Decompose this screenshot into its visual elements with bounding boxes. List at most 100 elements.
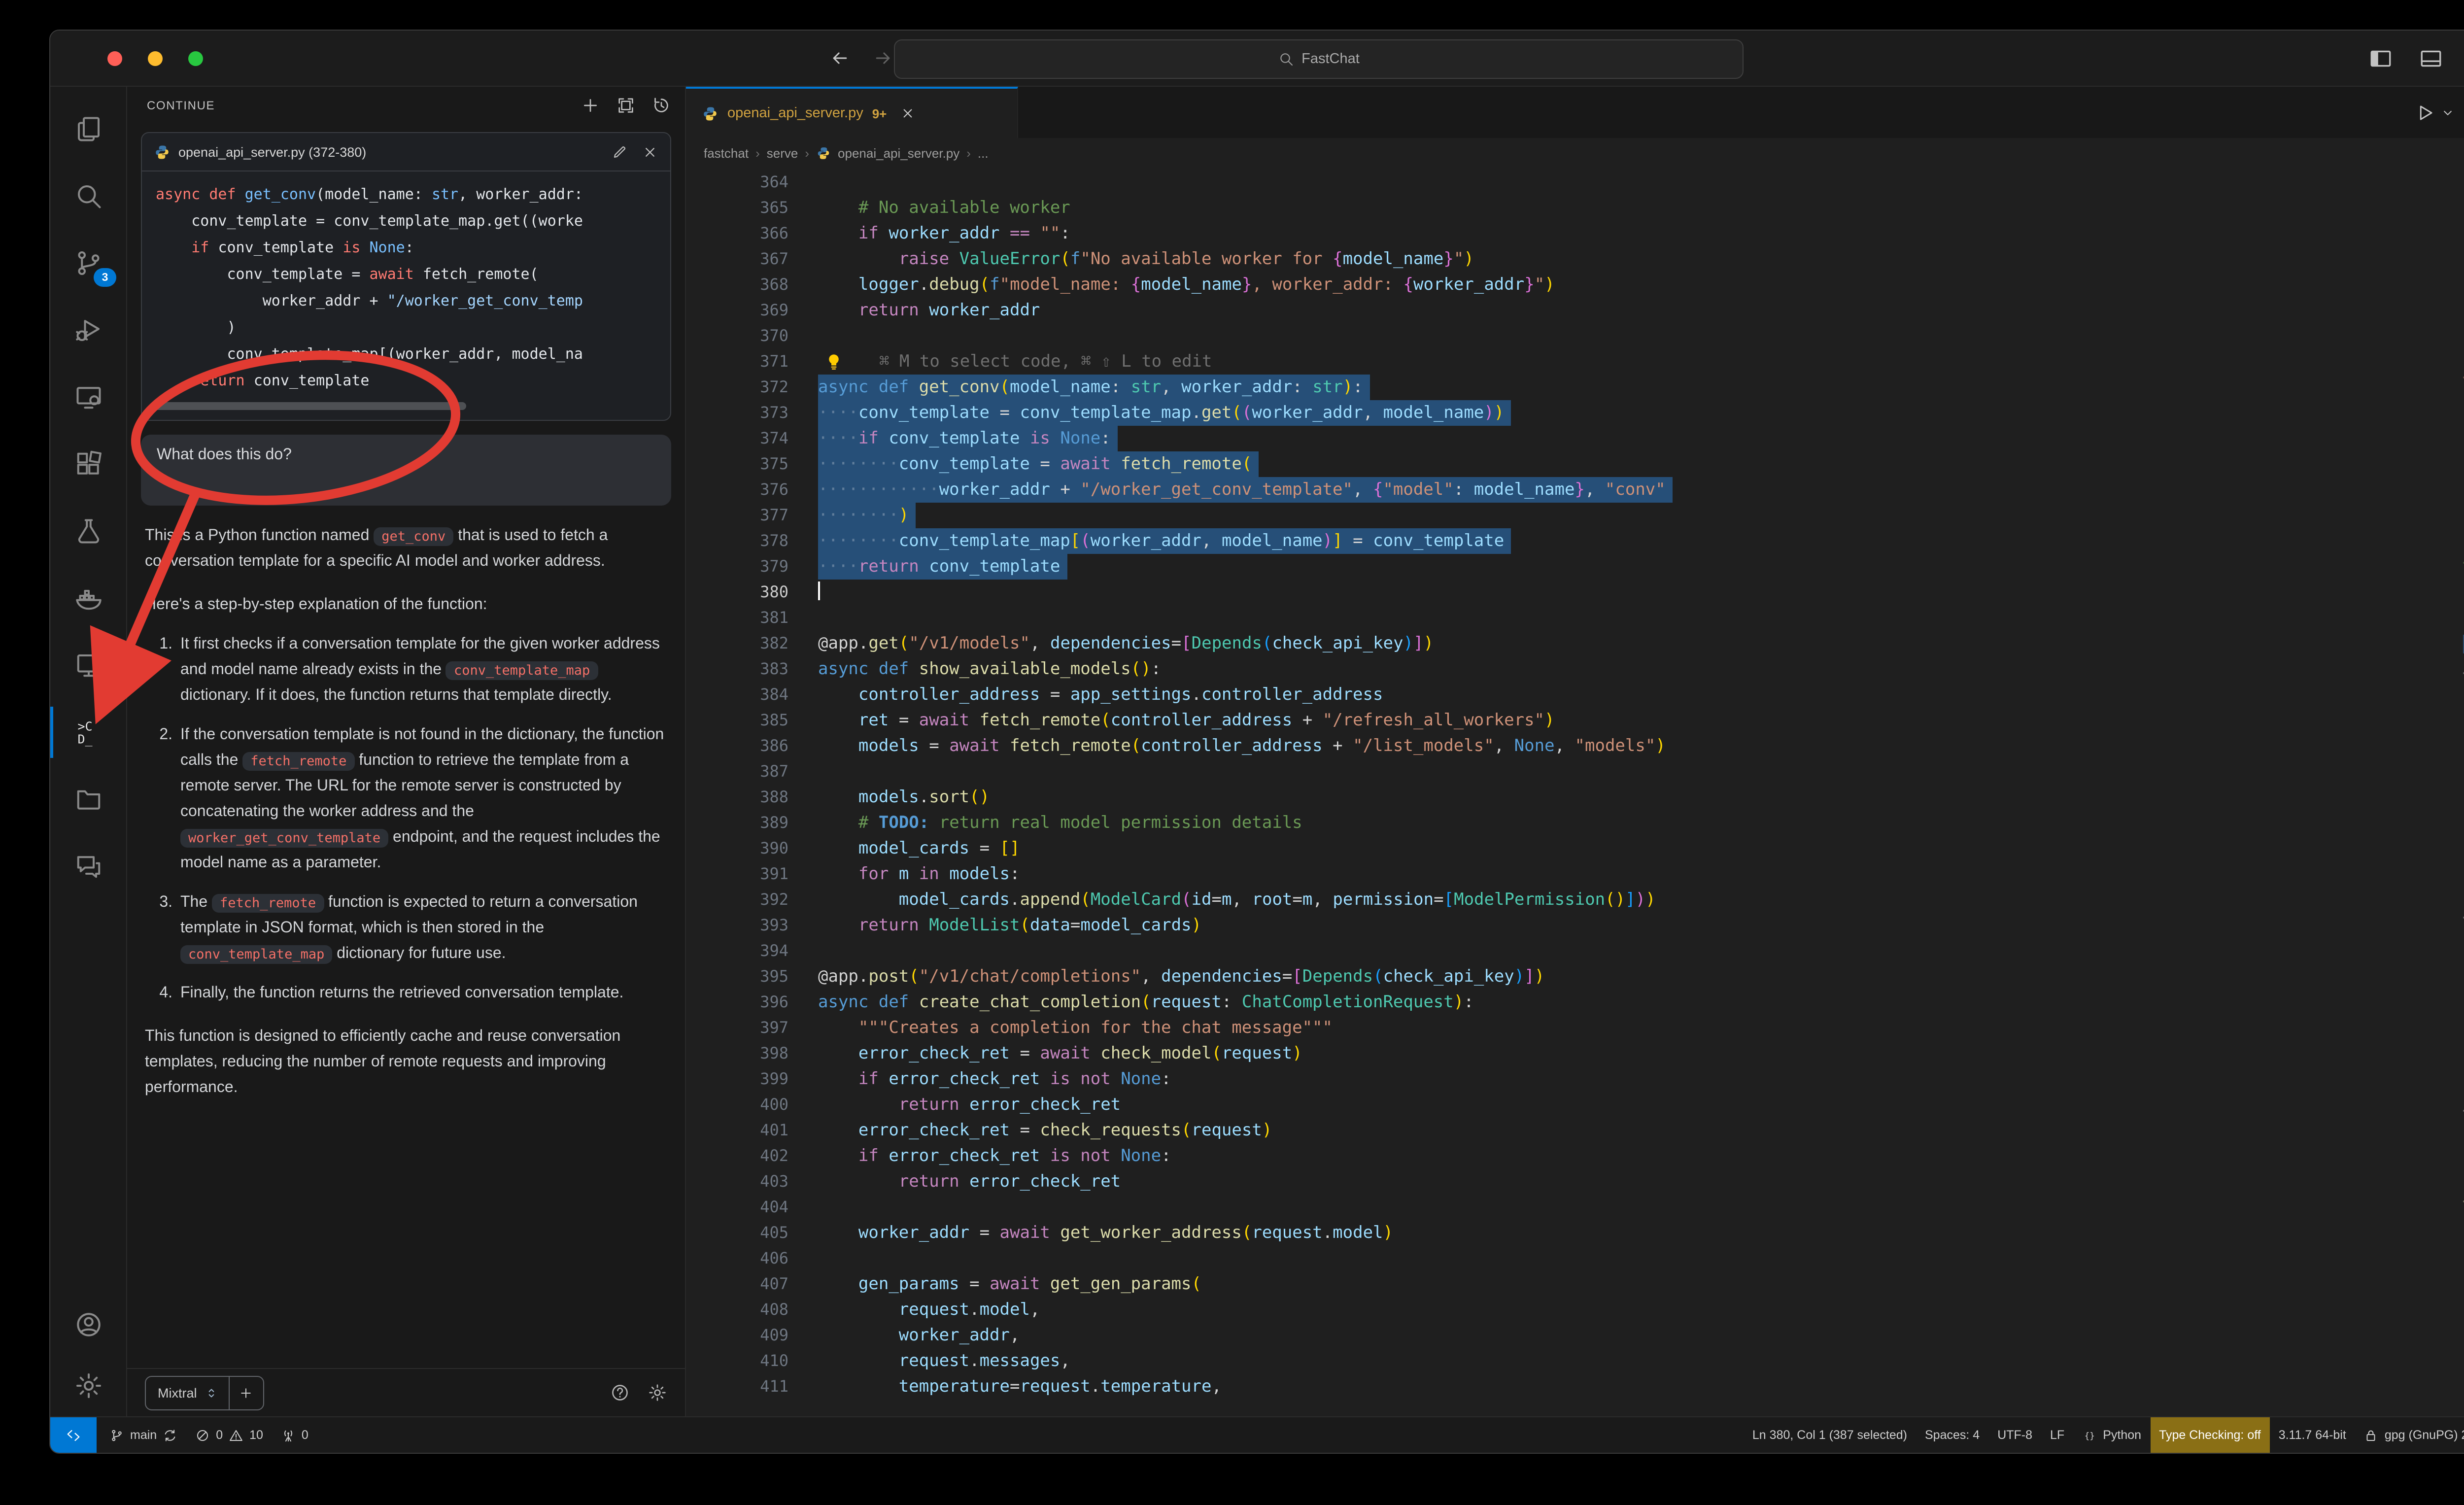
status-text: gpg (GnuPG) 2.2.41	[2385, 1428, 2464, 1442]
help-icon[interactable]	[610, 1383, 630, 1402]
code-line-399: 399 if error_check_ret is not None:	[721, 1066, 2463, 1092]
inline-code: conv_template_map	[180, 945, 332, 963]
files-icon	[73, 114, 103, 144]
breadcrumb-item[interactable]: ...	[978, 145, 989, 160]
code-line-384: 384 controller_address = app_settings.co…	[721, 682, 2463, 708]
toggle-sidebar-icon[interactable]	[2368, 46, 2393, 70]
activity-item-files[interactable]	[50, 96, 126, 163]
code-line-394: 394	[721, 938, 2463, 964]
snippet-line: conv_template = await fetch_remote(	[156, 261, 670, 288]
line-number: 367	[721, 246, 788, 272]
gear-icon[interactable]	[648, 1383, 667, 1402]
activity-item-comments[interactable]	[50, 833, 126, 900]
model-selector[interactable]: Mixtral	[145, 1375, 264, 1410]
code-line-406: 406	[721, 1246, 2463, 1271]
code-context-snippet: async def get_conv(model_name: str, work…	[142, 171, 670, 396]
status-indentation[interactable]: Spaces: 4	[1916, 1417, 1988, 1453]
plus-icon[interactable]	[581, 96, 600, 115]
magnifier-icon	[1278, 51, 1294, 67]
line-number: 405	[721, 1220, 788, 1246]
status-python-version[interactable]: 3.11.7 64-bit	[2270, 1417, 2355, 1453]
code-line-402: 402 if error_check_ret is not None:	[721, 1143, 2463, 1169]
assistant-response: This is a Python function named get_conv…	[141, 523, 671, 1101]
chevron-updown-icon	[204, 1385, 219, 1400]
breadcrumb-item[interactable]: fastchat	[704, 145, 749, 160]
line-number: 377	[721, 503, 788, 528]
code-line-375: 375········conv_template = await fetch_r…	[721, 451, 2463, 477]
status-remote-indicator[interactable]	[50, 1417, 97, 1453]
line-number: 409	[721, 1323, 788, 1348]
line-number: 387	[721, 759, 788, 785]
code-line-381: 381	[721, 605, 2463, 631]
line-number: 374	[721, 426, 788, 451]
activity-item-run-debug[interactable]	[50, 297, 126, 364]
sync-icon	[163, 1428, 177, 1442]
line-number: 383	[721, 656, 788, 682]
activity-item-settings-gear[interactable]	[50, 1355, 126, 1416]
activity-item-account[interactable]	[50, 1294, 126, 1355]
line-number: 399	[721, 1066, 788, 1092]
navigate-forward-icon[interactable]	[872, 47, 894, 69]
close-tab-icon[interactable]	[899, 105, 915, 121]
remote-icon	[65, 1427, 82, 1443]
status-bar: main0100 Ln 380, Col 1 (387 selected)Spa…	[50, 1416, 2464, 1453]
tab-openai-api-server[interactable]: openai_api_server.py 9+	[686, 87, 1018, 138]
status-git-branch[interactable]: main	[101, 1417, 186, 1453]
breadcrumb-separator: ›	[755, 145, 760, 160]
code-line-368: 368 logger.debug(f"model_name: {model_na…	[721, 272, 2463, 298]
code-line-380: 380	[721, 580, 2463, 605]
activity-item-extensions[interactable]	[50, 431, 126, 498]
breadcrumb-item[interactable]: openai_api_server.py	[838, 145, 959, 160]
toggle-panel-icon[interactable]	[2419, 46, 2443, 70]
vm-icon	[73, 650, 103, 680]
continue-icon: >CD_	[73, 718, 103, 747]
breadcrumb-item[interactable]: serve	[767, 145, 798, 160]
code-editor[interactable]: 364365 # No available worker366 if worke…	[686, 168, 2464, 1416]
run-icon[interactable]	[2415, 102, 2435, 123]
close-window-button[interactable]	[107, 51, 122, 66]
status-language-mode[interactable]: {}Python	[2073, 1417, 2150, 1453]
markdown-paragraph: Here's a step-by-step explanation of the…	[145, 592, 667, 618]
code-line-371: 371⌘ M to select code, ⌘ ⇧ L to edit	[721, 349, 2463, 375]
maximize-icon[interactable]	[616, 96, 636, 115]
navigate-back-icon[interactable]	[829, 47, 851, 69]
status-problems[interactable]: 010	[186, 1417, 272, 1453]
history-icon[interactable]	[651, 96, 671, 115]
activity-item-source-control[interactable]: 3	[50, 230, 126, 297]
code-line-365: 365 # No available worker	[721, 195, 2463, 221]
inline-code: worker_get_conv_template	[180, 828, 388, 847]
card-scrollbar-thumb[interactable]	[154, 402, 467, 410]
line-number: 371	[721, 349, 788, 375]
zoom-window-button[interactable]	[188, 51, 203, 66]
line-number: 388	[721, 785, 788, 810]
pencil-icon[interactable]	[611, 143, 628, 160]
inline-code: fetch_remote	[212, 893, 324, 912]
snippet-line: if conv_template is None:	[156, 235, 670, 261]
activity-item-continue[interactable]: >CD_	[50, 699, 126, 766]
status-ports[interactable]: 0	[272, 1417, 317, 1453]
minimize-window-button[interactable]	[148, 51, 163, 66]
close-icon[interactable]	[642, 143, 658, 160]
command-center-search[interactable]: FastChat	[894, 39, 1744, 79]
lightbulb-icon[interactable]	[824, 352, 844, 372]
activity-item-testing-beaker[interactable]	[50, 498, 126, 565]
activity-item-folder[interactable]	[50, 766, 126, 833]
svg-text:{}: {}	[2084, 1431, 2094, 1440]
activity-item-vm[interactable]	[50, 632, 126, 699]
card-horizontal-scrollbar	[154, 402, 658, 410]
activity-item-docker[interactable]	[50, 565, 126, 632]
line-number: 408	[721, 1297, 788, 1323]
line-number: 369	[721, 298, 788, 323]
add-model-button[interactable]	[229, 1376, 263, 1409]
status-cursor-position[interactable]: Ln 380, Col 1 (387 selected)	[1744, 1417, 1916, 1453]
status-encoding[interactable]: UTF-8	[1988, 1417, 2041, 1453]
activity-item-search[interactable]	[50, 163, 126, 230]
chevron-down-icon[interactable]	[2440, 105, 2455, 120]
status-gpg[interactable]: gpg (GnuPG) 2.2.41	[2355, 1417, 2464, 1453]
status-eol[interactable]: LF	[2041, 1417, 2073, 1453]
line-number: 378	[721, 528, 788, 554]
snippet-line: conv_template_map[(worker_addr, model_na	[156, 341, 670, 368]
status-type-checking[interactable]: Type Checking: off	[2150, 1417, 2270, 1453]
continue-panel-body: openai_api_server.py (372-380) async def…	[127, 124, 685, 1368]
activity-item-remote-explorer[interactable]	[50, 364, 126, 431]
